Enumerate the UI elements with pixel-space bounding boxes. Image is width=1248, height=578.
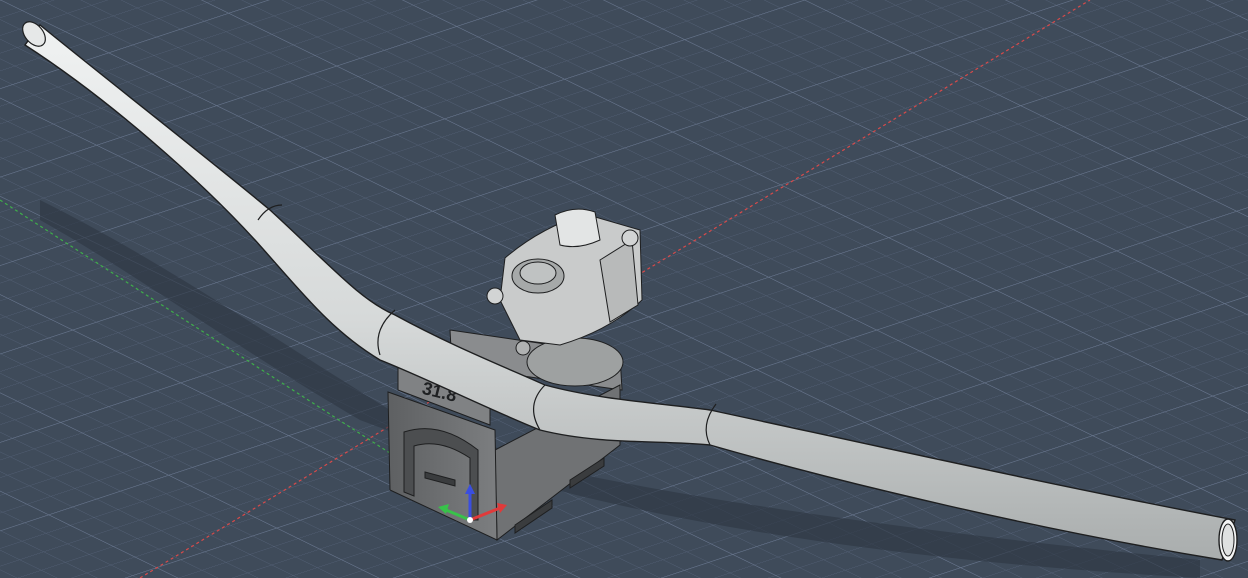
3d-viewport[interactable]: 31.8 — [0, 0, 1248, 578]
